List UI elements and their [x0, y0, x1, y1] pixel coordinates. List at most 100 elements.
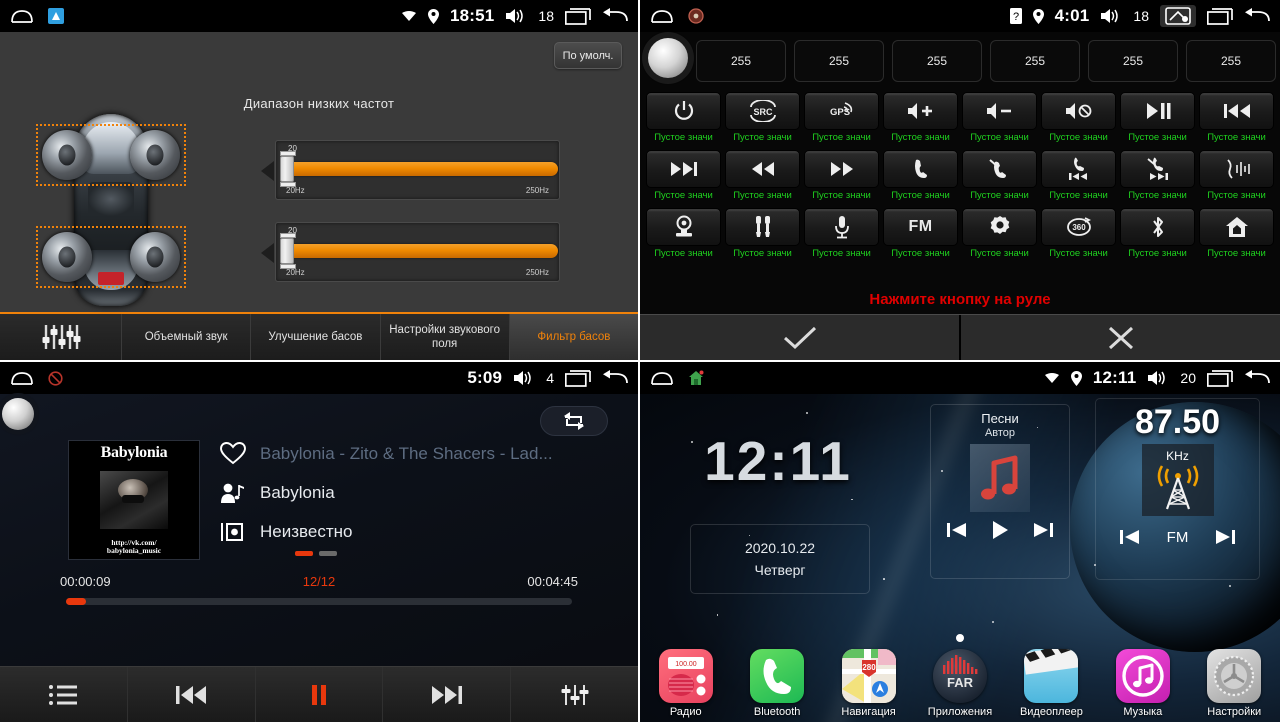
- dock-item-bluetooth[interactable]: Bluetooth: [731, 649, 822, 718]
- back-icon[interactable]: [602, 8, 628, 24]
- tab-surround-sound[interactable]: Объемный звук: [122, 314, 252, 360]
- recents-icon[interactable]: [565, 7, 591, 25]
- back-icon[interactable]: [602, 370, 628, 386]
- adc-value-box[interactable]: 255: [1088, 40, 1178, 82]
- gps-button[interactable]: GPS: [804, 92, 879, 130]
- key-cell-call-next[interactable]: Пустое значи: [1120, 150, 1195, 204]
- key-cell-mute[interactable]: Пустое значи: [1041, 92, 1116, 146]
- repeat-mode-button[interactable]: [540, 406, 608, 436]
- music-widget-play-button[interactable]: [990, 520, 1010, 540]
- home-icon[interactable]: [10, 370, 34, 386]
- knob-indicator[interactable]: [648, 38, 688, 78]
- prev-track-button[interactable]: [1199, 92, 1274, 130]
- home-icon[interactable]: [650, 370, 674, 386]
- key-cell-home[interactable]: Пустое значи: [1199, 208, 1274, 262]
- key-cell-mic[interactable]: Пустое значи: [804, 208, 879, 262]
- settings-button[interactable]: [962, 208, 1037, 246]
- key-cell-fm[interactable]: FM Пустое значи: [883, 208, 958, 262]
- slider-track[interactable]: [284, 162, 558, 176]
- page-dot[interactable]: [319, 551, 337, 556]
- key-cell-gps[interactable]: GPS Пустое значи: [804, 92, 879, 146]
- clock-widget[interactable]: 12:11: [658, 429, 898, 493]
- screenshot-icon[interactable]: [1160, 5, 1196, 27]
- bluetooth-button[interactable]: [1120, 208, 1195, 246]
- music-widget[interactable]: Песни Автор: [930, 404, 1070, 579]
- launcher-badge-icon[interactable]: [688, 370, 704, 386]
- radio-prev-button[interactable]: [1119, 528, 1141, 546]
- slider-handle[interactable]: [280, 151, 296, 187]
- key-cell-voice[interactable]: Пустое значи: [1199, 150, 1274, 204]
- call-next-button[interactable]: [1120, 150, 1195, 188]
- steering-wheel-icon[interactable]: [688, 8, 704, 24]
- front-speaker-selection[interactable]: [36, 124, 186, 186]
- radio-widget[interactable]: 87.50 KHz FM: [1095, 398, 1260, 580]
- confirm-button[interactable]: [640, 315, 961, 360]
- dock-item-apps[interactable]: FAR FAR Приложения: [914, 649, 1005, 718]
- key-cell-call-end[interactable]: Пустое значи: [962, 150, 1037, 204]
- dock-item-settings[interactable]: Настройки: [1189, 649, 1280, 718]
- key-cell-power[interactable]: Пустое значи: [646, 92, 721, 146]
- date-widget[interactable]: 2020.10.22 Четверг: [690, 524, 870, 594]
- home-icon[interactable]: [650, 8, 674, 24]
- call-end-button[interactable]: [962, 150, 1037, 188]
- key-cell-settings[interactable]: Пустое значи: [962, 208, 1037, 262]
- home-icon[interactable]: [10, 8, 34, 24]
- recents-icon[interactable]: [1207, 369, 1233, 387]
- next-track-button[interactable]: [646, 150, 721, 188]
- fast-forward-button[interactable]: [804, 150, 879, 188]
- previous-button[interactable]: [127, 667, 256, 722]
- slider-handle[interactable]: [280, 233, 296, 269]
- adc-value-box[interactable]: 255: [794, 40, 884, 82]
- voice-button[interactable]: [1199, 150, 1274, 188]
- back-icon[interactable]: [1244, 8, 1270, 24]
- dock-item-video[interactable]: Видеоплеер: [1006, 649, 1097, 718]
- call-answer-button[interactable]: [883, 150, 958, 188]
- recents-icon[interactable]: [1207, 7, 1233, 25]
- playlist-button[interactable]: [0, 667, 128, 722]
- 360-view-button[interactable]: 360: [1041, 208, 1116, 246]
- equalizer-button[interactable]: [511, 667, 638, 722]
- key-cell-fast-forward[interactable]: Пустое значи: [804, 150, 879, 204]
- key-cell-next-track[interactable]: Пустое значи: [646, 150, 721, 204]
- recents-icon[interactable]: [565, 369, 591, 387]
- cancel-button[interactable]: [961, 315, 1280, 360]
- key-cell-volume-down[interactable]: Пустое значи: [962, 92, 1037, 146]
- adc-value-box[interactable]: 255: [696, 40, 786, 82]
- call-prev-button[interactable]: [1041, 150, 1116, 188]
- adc-value-box[interactable]: 255: [1186, 40, 1276, 82]
- key-cell-volume-up[interactable]: Пустое значи: [883, 92, 958, 146]
- bass-slider-rear[interactable]: 20 20Hz 250Hz: [261, 222, 560, 282]
- rear-speaker-selection[interactable]: [36, 226, 186, 288]
- tab-bass-filter[interactable]: Фильтр басов: [509, 314, 638, 360]
- adc-value-box[interactable]: 255: [990, 40, 1080, 82]
- app-badge-icon[interactable]: [48, 8, 64, 24]
- knob-indicator[interactable]: [2, 398, 34, 430]
- key-cell-play-pause[interactable]: Пустое значи: [1120, 92, 1195, 146]
- favorite-heart-icon[interactable]: [220, 442, 246, 465]
- aux-button[interactable]: [725, 208, 800, 246]
- tab-equalizer[interactable]: [0, 314, 122, 360]
- home-button[interactable]: [1199, 208, 1274, 246]
- key-cell-aux[interactable]: Пустое значи: [725, 208, 800, 262]
- default-button[interactable]: По умолч.: [554, 42, 622, 69]
- key-cell-call-answer[interactable]: Пустое значи: [883, 150, 958, 204]
- bass-slider-front[interactable]: 20 20Hz 250Hz: [261, 140, 560, 200]
- camera-button[interactable]: [646, 208, 721, 246]
- volume-up-button[interactable]: [883, 92, 958, 130]
- dock-item-music[interactable]: Музыка: [1097, 649, 1188, 718]
- fm-button[interactable]: FM: [883, 208, 958, 246]
- tab-bass-boost[interactable]: Улучшение басов: [251, 314, 381, 360]
- rewind-button[interactable]: [725, 150, 800, 188]
- src-button[interactable]: SRC: [725, 92, 800, 130]
- mute-button[interactable]: [1041, 92, 1116, 130]
- music-widget-next-button[interactable]: [1032, 521, 1054, 539]
- dock-item-navigation[interactable]: 280 Навигация: [823, 649, 914, 718]
- radio-next-button[interactable]: [1214, 528, 1236, 546]
- power-button[interactable]: [646, 92, 721, 130]
- adc-value-box[interactable]: 255: [892, 40, 982, 82]
- progress-bar[interactable]: [66, 598, 572, 605]
- mic-button[interactable]: [804, 208, 879, 246]
- key-cell-bluetooth[interactable]: Пустое значи: [1120, 208, 1195, 262]
- key-cell-camera[interactable]: Пустое значи: [646, 208, 721, 262]
- key-cell-360-view[interactable]: 360 Пустое значи: [1041, 208, 1116, 262]
